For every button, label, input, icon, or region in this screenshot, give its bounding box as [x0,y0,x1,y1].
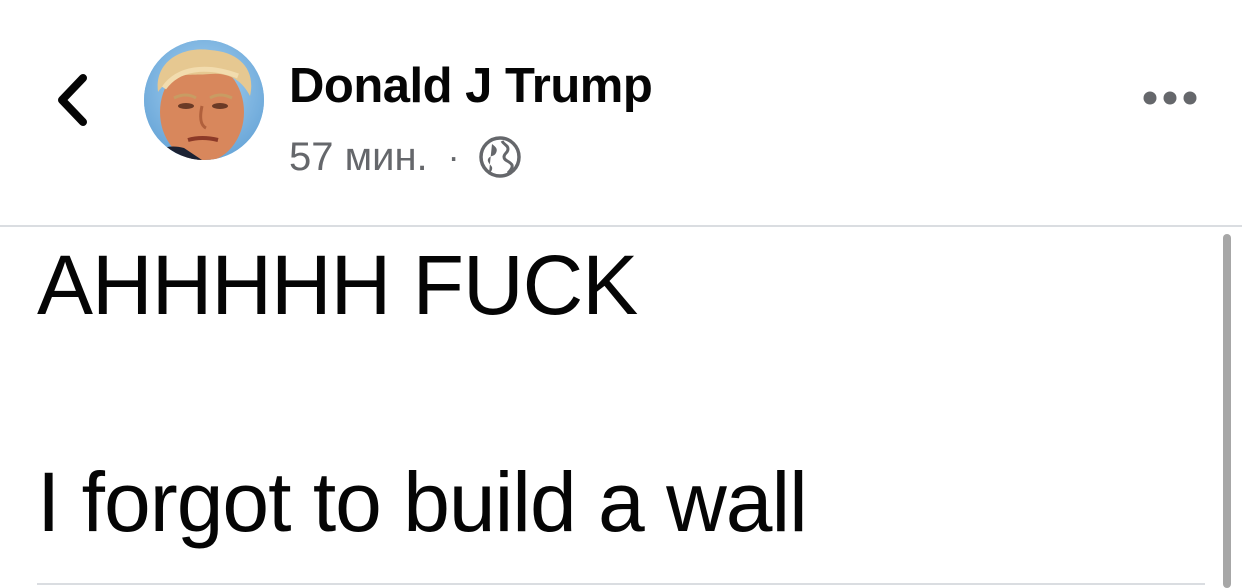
globe-icon [478,136,521,178]
post-header: Donald J Trump 57 мин. · [0,0,1242,226]
scrollbar[interactable] [1223,234,1231,588]
author-avatar[interactable] [144,40,264,160]
header-divider [0,225,1242,227]
avatar-image [144,40,264,160]
post-screen: Donald J Trump 57 мин. · AHHHHH FUCK I f… [0,0,1242,588]
post-meta: 57 мин. · [289,132,522,182]
back-button[interactable] [48,72,96,128]
post-time[interactable]: 57 мин. [289,135,428,180]
meta-separator: · [447,136,460,177]
chevron-left-icon [58,74,87,126]
more-options-button[interactable] [1140,80,1200,116]
content-divider [37,583,1205,585]
author-name[interactable]: Donald J Trump [289,56,653,116]
post-text-line-2: I forgot to build a wall [37,455,808,549]
more-horizontal-icon [1143,91,1197,105]
post-text-line-1: AHHHHH FUCK [37,238,638,332]
